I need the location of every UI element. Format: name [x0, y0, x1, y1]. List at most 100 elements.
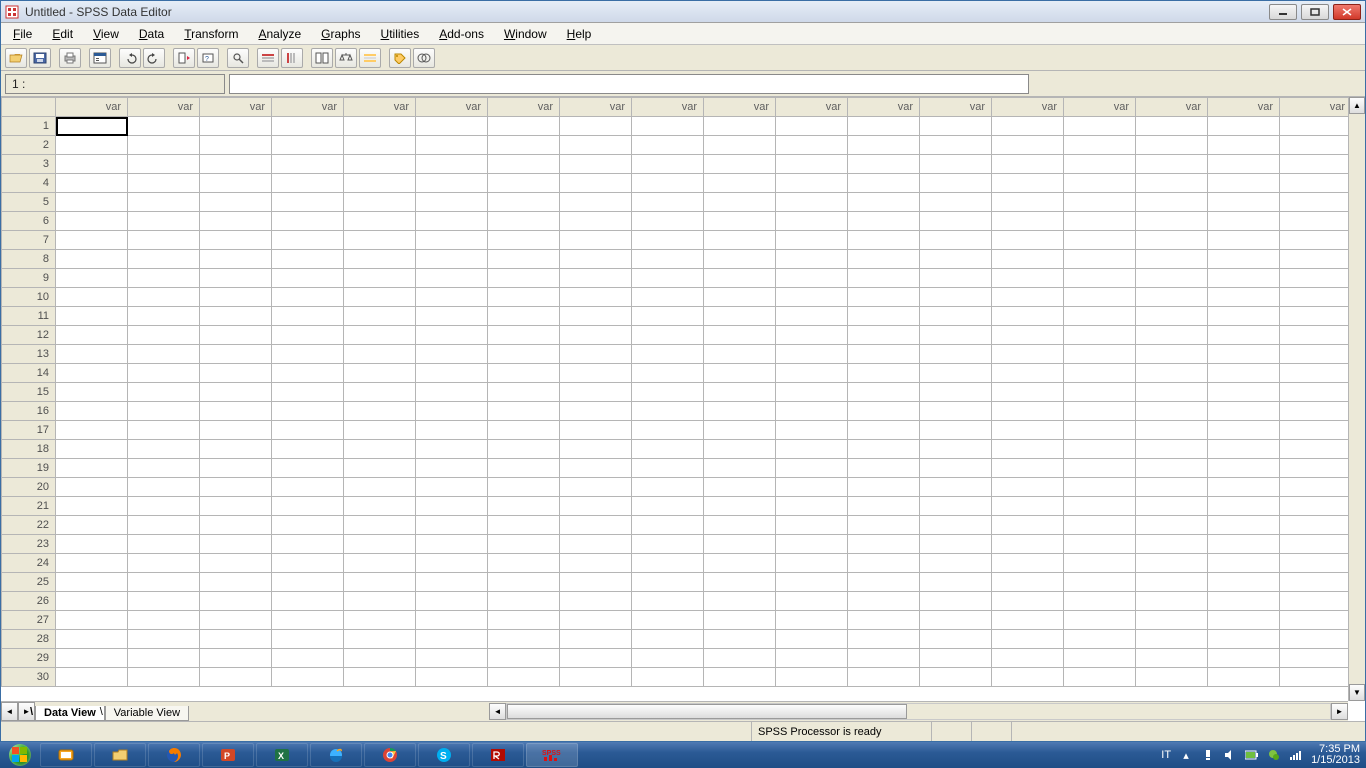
data-cell[interactable] [1136, 269, 1208, 288]
data-cell[interactable] [1280, 592, 1352, 611]
data-cell[interactable] [488, 174, 560, 193]
data-cell[interactable] [704, 364, 776, 383]
data-cell[interactable] [632, 535, 704, 554]
data-cell[interactable] [1136, 630, 1208, 649]
data-cell[interactable] [416, 364, 488, 383]
data-cell[interactable] [200, 174, 272, 193]
data-cell[interactable] [344, 611, 416, 630]
data-cell[interactable] [560, 364, 632, 383]
data-cell[interactable] [848, 402, 920, 421]
data-cell[interactable] [560, 288, 632, 307]
data-cell[interactable] [848, 250, 920, 269]
data-cell[interactable] [416, 212, 488, 231]
data-cell[interactable] [704, 459, 776, 478]
data-cell[interactable] [56, 155, 128, 174]
data-cell[interactable] [1280, 307, 1352, 326]
tray-clock[interactable]: 7:35 PM 1/15/2013 [1311, 744, 1360, 766]
data-cell[interactable] [992, 592, 1064, 611]
data-cell[interactable] [992, 459, 1064, 478]
data-cell[interactable] [128, 516, 200, 535]
data-cell[interactable] [632, 554, 704, 573]
data-cell[interactable] [344, 516, 416, 535]
data-cell[interactable] [344, 193, 416, 212]
data-cell[interactable] [128, 440, 200, 459]
data-cell[interactable] [1064, 364, 1136, 383]
data-cell[interactable] [128, 573, 200, 592]
data-cell[interactable] [272, 136, 344, 155]
data-cell[interactable] [56, 421, 128, 440]
data-cell[interactable] [344, 402, 416, 421]
data-cell[interactable] [848, 440, 920, 459]
data-cell[interactable] [416, 231, 488, 250]
data-cell[interactable] [776, 440, 848, 459]
data-cell[interactable] [560, 592, 632, 611]
data-cell[interactable] [56, 288, 128, 307]
data-cell[interactable] [560, 668, 632, 687]
column-header[interactable]: var [1280, 98, 1352, 117]
data-cell[interactable] [704, 402, 776, 421]
data-cell[interactable] [1064, 383, 1136, 402]
data-grid[interactable]: varvarvarvarvarvarvarvarvarvarvarvarvarv… [1, 97, 1365, 687]
taskbar-spss-icon[interactable]: SPSS [526, 743, 578, 767]
column-header[interactable]: var [488, 98, 560, 117]
data-cell[interactable] [56, 535, 128, 554]
data-cell[interactable] [200, 516, 272, 535]
data-cell[interactable] [632, 136, 704, 155]
data-cell[interactable] [920, 649, 992, 668]
data-cell[interactable] [1136, 345, 1208, 364]
data-cell[interactable] [272, 269, 344, 288]
data-cell[interactable] [560, 611, 632, 630]
data-cell[interactable] [416, 440, 488, 459]
data-cell[interactable] [1208, 288, 1280, 307]
data-cell[interactable] [1280, 383, 1352, 402]
data-cell[interactable] [776, 117, 848, 136]
data-cell[interactable] [416, 136, 488, 155]
data-cell[interactable] [848, 307, 920, 326]
data-cell[interactable] [632, 516, 704, 535]
data-cell[interactable] [1064, 136, 1136, 155]
data-cell[interactable] [344, 250, 416, 269]
data-cell[interactable] [920, 307, 992, 326]
open-icon[interactable] [5, 48, 27, 68]
data-cell[interactable] [200, 402, 272, 421]
data-cell[interactable] [344, 497, 416, 516]
data-cell[interactable] [416, 630, 488, 649]
data-cell[interactable] [560, 421, 632, 440]
data-cell[interactable] [1280, 155, 1352, 174]
data-cell[interactable] [1064, 668, 1136, 687]
data-cell[interactable] [1280, 649, 1352, 668]
data-cell[interactable] [200, 383, 272, 402]
data-cell[interactable] [344, 155, 416, 174]
data-cell[interactable] [272, 554, 344, 573]
data-cell[interactable] [1280, 554, 1352, 573]
data-cell[interactable] [128, 668, 200, 687]
row-header[interactable]: 6 [2, 212, 56, 231]
data-cell[interactable] [1208, 212, 1280, 231]
taskbar-ie-icon[interactable] [310, 743, 362, 767]
row-header[interactable]: 22 [2, 516, 56, 535]
column-header[interactable]: var [632, 98, 704, 117]
column-header[interactable]: var [56, 98, 128, 117]
data-cell[interactable] [776, 459, 848, 478]
data-cell[interactable] [1136, 193, 1208, 212]
data-cell[interactable] [344, 573, 416, 592]
data-cell[interactable] [1280, 269, 1352, 288]
row-header[interactable]: 11 [2, 307, 56, 326]
row-header[interactable]: 21 [2, 497, 56, 516]
data-cell[interactable] [560, 402, 632, 421]
data-cell[interactable] [632, 440, 704, 459]
split-file-icon[interactable] [311, 48, 333, 68]
data-cell[interactable] [560, 193, 632, 212]
data-cell[interactable] [128, 402, 200, 421]
data-cell[interactable] [272, 516, 344, 535]
data-cell[interactable] [416, 326, 488, 345]
row-header[interactable]: 8 [2, 250, 56, 269]
data-cell[interactable] [1136, 573, 1208, 592]
data-cell[interactable] [416, 497, 488, 516]
data-cell[interactable] [488, 630, 560, 649]
data-cell[interactable] [272, 326, 344, 345]
data-cell[interactable] [992, 174, 1064, 193]
data-cell[interactable] [992, 326, 1064, 345]
data-cell[interactable] [416, 402, 488, 421]
data-cell[interactable] [704, 535, 776, 554]
